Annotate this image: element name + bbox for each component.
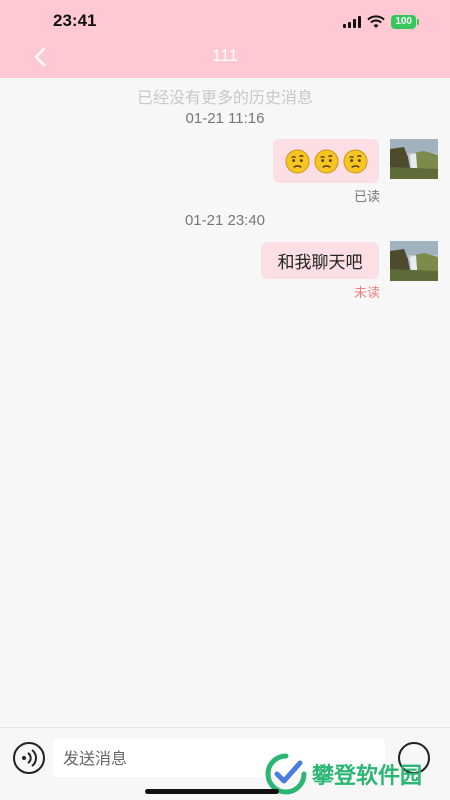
navigation-bar: 111 (0, 40, 450, 74)
header: 23:41 100 111 (0, 0, 450, 78)
home-indicator (145, 789, 279, 794)
message-timestamp: 01-21 11:16 (185, 110, 265, 127)
cellular-signal-icon (343, 16, 362, 28)
unread-status: 未读 (353, 286, 380, 301)
thinking-face-icon (284, 148, 310, 174)
text-message-bubble[interactable]: 和我聊天吧 (261, 242, 379, 279)
avatar-landscape-image (390, 241, 438, 281)
no-more-history-tip: 已经没有更多的历史消息 (136, 88, 313, 107)
status-bar: 23:41 100 (0, 0, 450, 44)
avatar[interactable] (390, 241, 438, 281)
emoji-message-bubble[interactable] (273, 139, 379, 183)
message-timestamp: 01-21 23:40 (184, 212, 266, 229)
chat-title: 111 (212, 46, 238, 65)
voice-input-button[interactable] (13, 742, 45, 774)
message-text: 和我聊天吧 (277, 253, 363, 273)
thinking-face-icon (342, 148, 368, 174)
status-time: 23:41 (53, 11, 97, 30)
thinking-face-icon (313, 148, 339, 174)
status-icons: 100 (343, 14, 419, 30)
watermark-text: 攀登软件园 (312, 764, 423, 789)
battery-icon: 100 (391, 15, 419, 29)
voice-icon (22, 749, 37, 767)
wifi-icon (367, 15, 386, 28)
watermark: 攀登软件园 (264, 752, 450, 796)
avatar[interactable] (390, 139, 438, 179)
avatar-landscape-image (390, 139, 438, 179)
read-status: 已读 (353, 190, 380, 205)
